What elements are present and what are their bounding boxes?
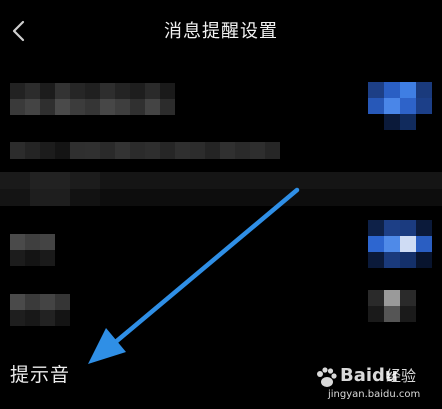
- setting-row-2-label-blurred: [10, 142, 280, 159]
- setting-row-4-label-blurred: [10, 294, 70, 326]
- watermark-url: jingyan.baidu.com: [328, 389, 421, 400]
- page-title: 消息提醒设置: [164, 21, 278, 42]
- setting-row-3-label-blurred: [10, 234, 55, 266]
- setting-row-2-desc-blurred: [0, 172, 442, 206]
- setting-row-1-label-blurred: [10, 83, 175, 115]
- top-bar: 消息提醒设置: [0, 0, 442, 62]
- setting-row-3-toggle[interactable]: [368, 220, 432, 268]
- baidu-paw-icon: [317, 367, 337, 387]
- setting-row-4-toggle[interactable]: [368, 290, 416, 322]
- watermark-jingyan: 经验: [386, 367, 417, 385]
- sound-setting-label[interactable]: 提示音: [10, 360, 70, 387]
- setting-row-1-toggle[interactable]: [368, 82, 432, 130]
- baidu-jingyan-watermark: Baidu 经验 jingyan.baidu.com: [314, 363, 438, 407]
